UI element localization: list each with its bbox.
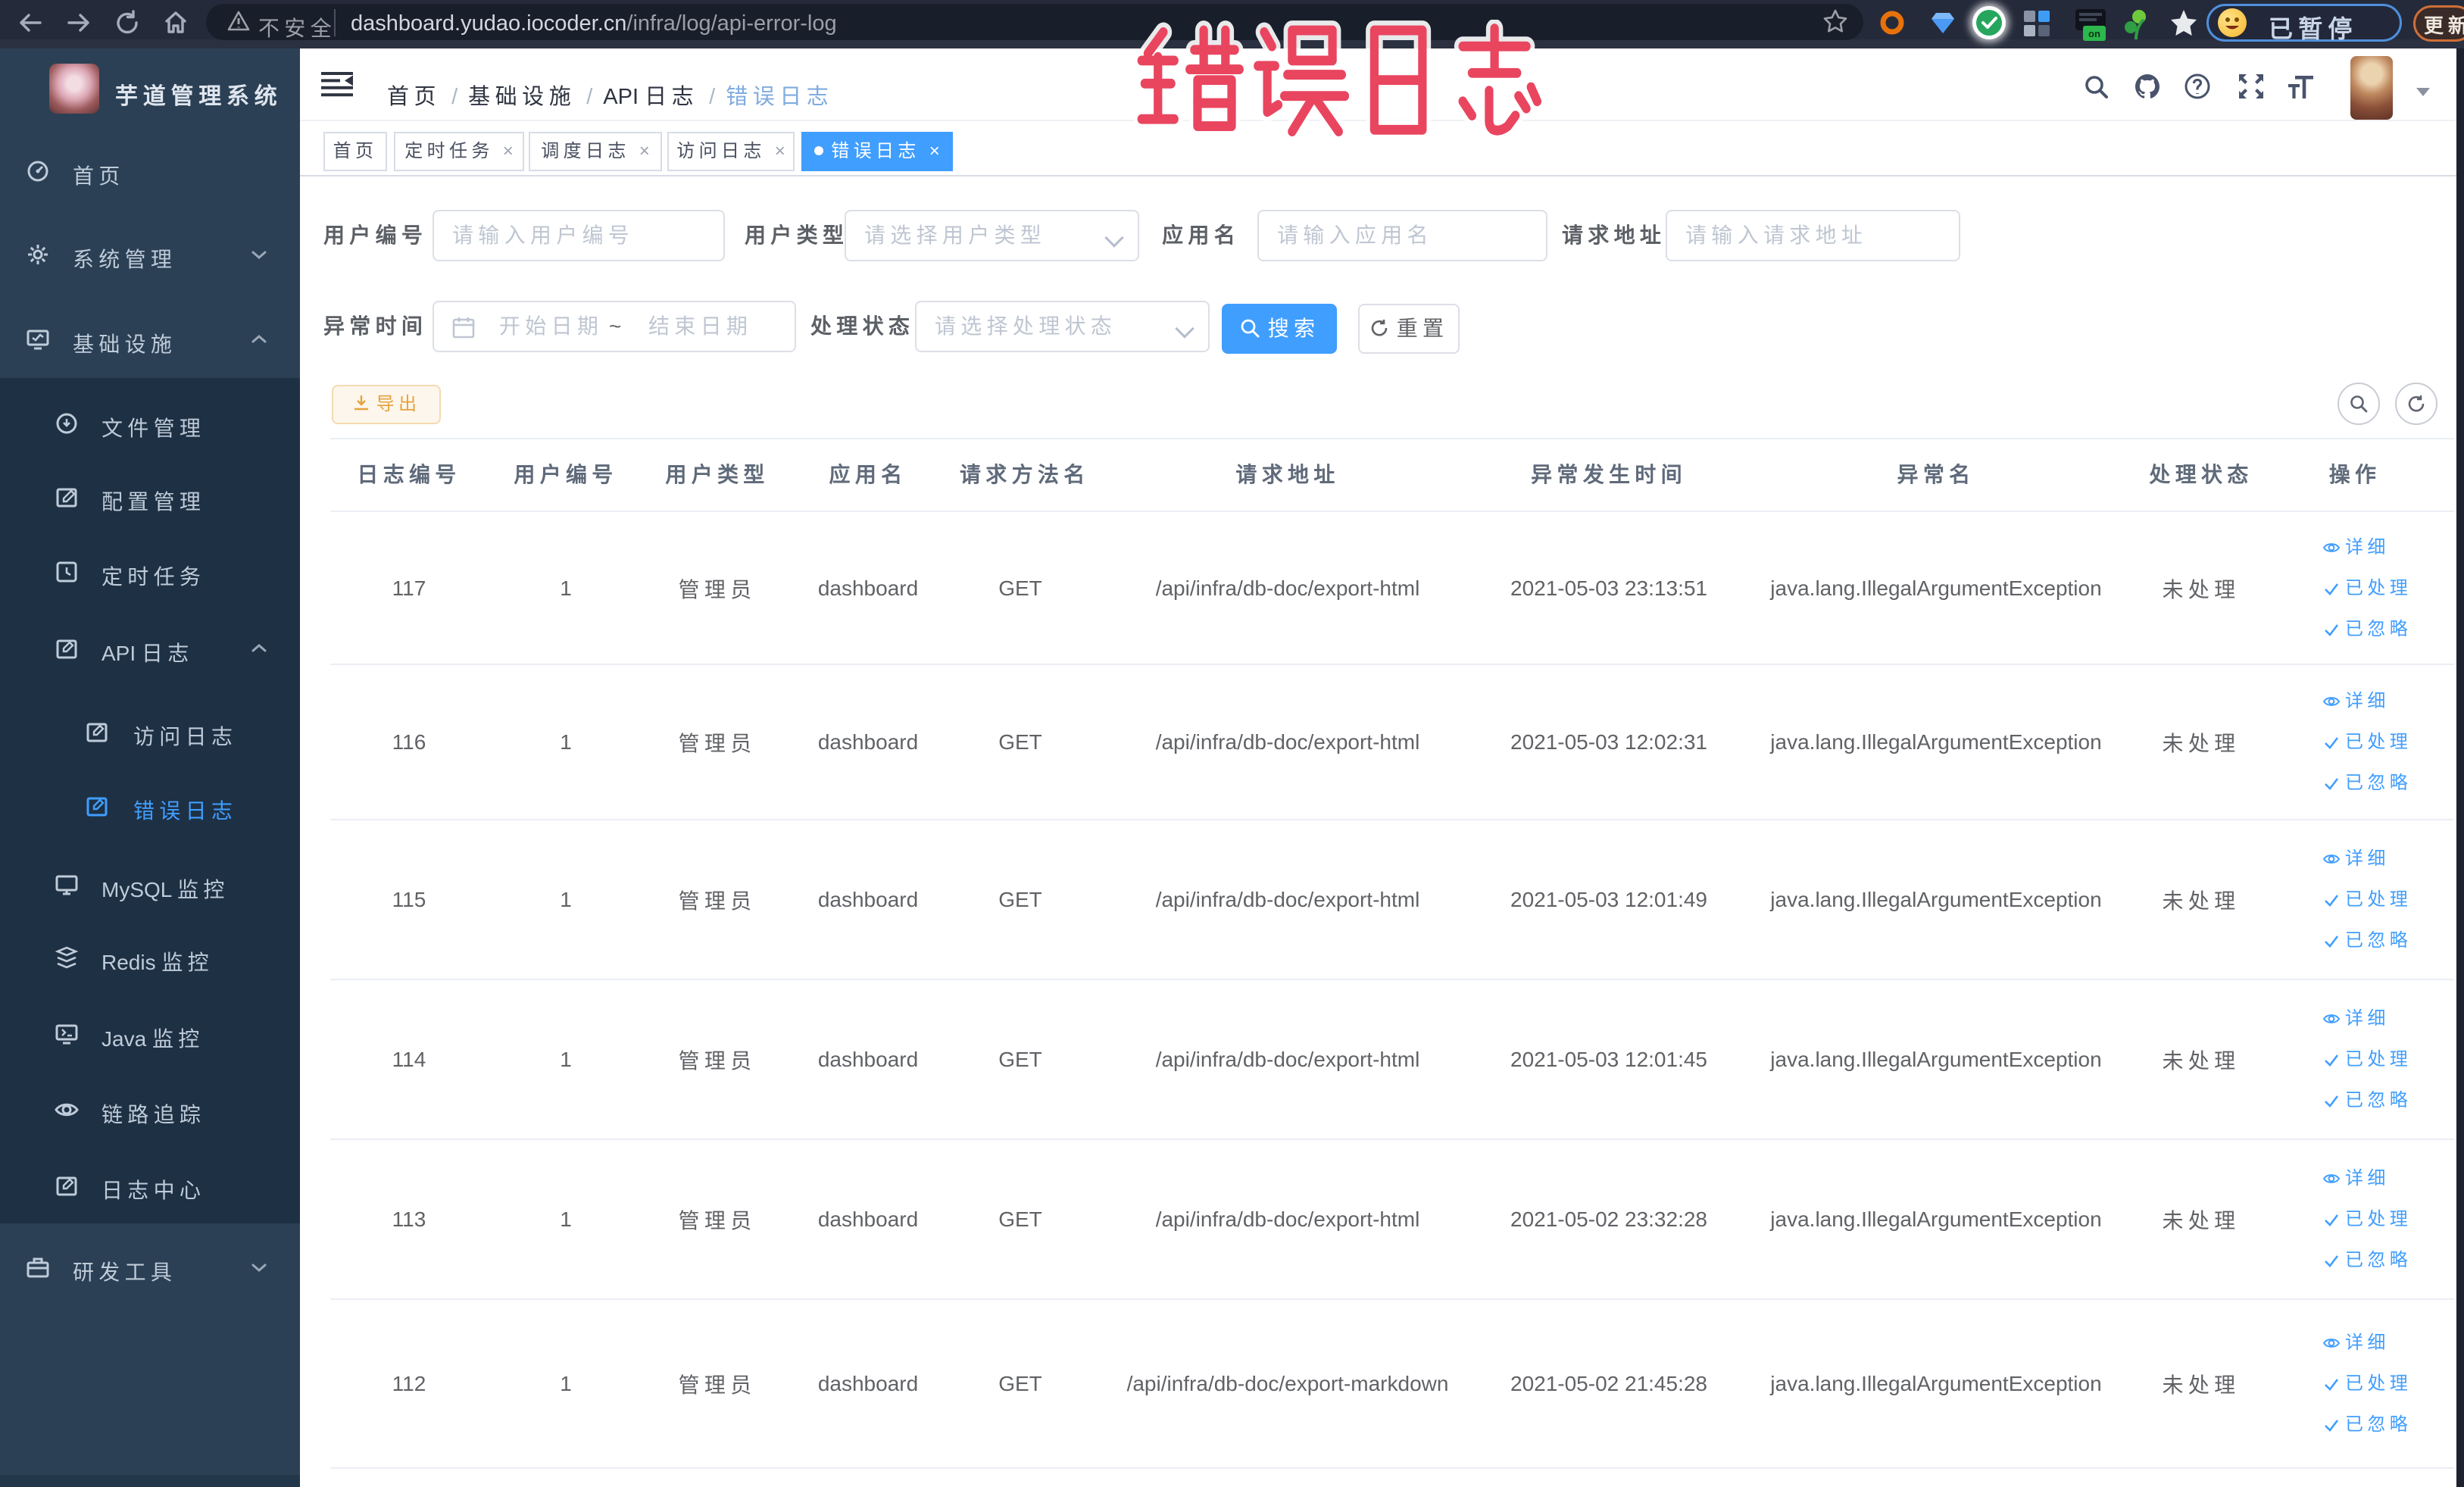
- svg-text:on: on: [2088, 28, 2100, 39]
